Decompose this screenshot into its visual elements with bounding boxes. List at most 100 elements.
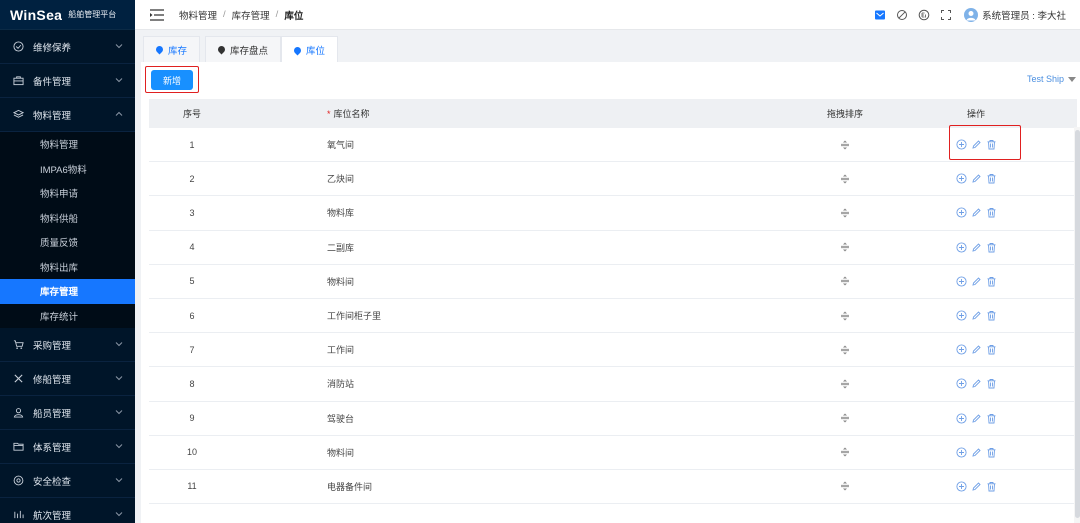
- delete-icon[interactable]: [986, 139, 997, 150]
- cell-name: 物料间: [327, 276, 355, 287]
- location-pin-icon: [216, 44, 227, 55]
- add-button[interactable]: 新增: [151, 70, 193, 90]
- disable-icon[interactable]: [896, 9, 908, 21]
- table-row[interactable]: 6 工作间柜子里: [149, 299, 1077, 334]
- sidebar-item-materials[interactable]: 物料管理: [0, 98, 135, 132]
- cell-ops: [875, 344, 1077, 355]
- table-row[interactable]: 2 乙炔间: [149, 162, 1077, 197]
- table-row[interactable]: 7 工作间: [149, 333, 1077, 368]
- delete-icon[interactable]: [986, 447, 997, 458]
- ship-select[interactable]: Test Ship: [1027, 74, 1076, 84]
- delete-icon[interactable]: [986, 481, 997, 492]
- scrollbar-thumb[interactable]: [1075, 130, 1080, 518]
- sidebar-subitem-impa6[interactable]: IMPA6物料: [0, 157, 135, 182]
- drag-handle-icon[interactable]: [840, 174, 850, 184]
- delete-icon[interactable]: [986, 242, 997, 253]
- table-row[interactable]: 5 物料间: [149, 265, 1077, 299]
- page-tabs: 库存 库存盘点 库位: [135, 30, 1080, 63]
- mail-icon[interactable]: [874, 9, 886, 21]
- sidebar-item-label: 修船管理: [33, 374, 72, 386]
- sidebar-subitem-quality[interactable]: 质量反馈: [0, 230, 135, 255]
- drag-handle-icon[interactable]: [840, 140, 850, 150]
- delete-icon[interactable]: [986, 378, 997, 389]
- logo[interactable]: WinSea 船舶管理平台: [0, 0, 135, 30]
- add-circle-icon[interactable]: [955, 139, 967, 150]
- breadcrumb-item[interactable]: 物料管理: [179, 8, 217, 22]
- add-circle-icon[interactable]: [955, 344, 967, 355]
- add-circle-icon[interactable]: [955, 276, 967, 287]
- tab-stocktake[interactable]: 库存盘点: [205, 36, 282, 62]
- edit-icon[interactable]: [971, 447, 982, 458]
- delete-icon[interactable]: [986, 310, 997, 321]
- table-row[interactable]: 11 电器备件间: [149, 470, 1077, 505]
- add-circle-icon[interactable]: [955, 378, 967, 389]
- drag-handle-icon[interactable]: [840, 447, 850, 457]
- sidebar-item-ship-repair[interactable]: 修船管理: [0, 362, 135, 396]
- sidebar-item-purchasing[interactable]: 采购管理: [0, 328, 135, 362]
- voyage-icon: [12, 509, 24, 521]
- delete-icon[interactable]: [986, 344, 997, 355]
- delete-icon[interactable]: [986, 207, 997, 218]
- sidebar-item-system[interactable]: 体系管理: [0, 430, 135, 464]
- edit-icon[interactable]: [971, 481, 982, 492]
- sidebar-item-voyage[interactable]: 航次管理: [0, 498, 135, 523]
- edit-icon[interactable]: [971, 344, 982, 355]
- cell-drag: [695, 447, 875, 457]
- cell-drag: [695, 311, 875, 321]
- edit-icon[interactable]: [971, 276, 982, 287]
- cart-icon: [12, 339, 24, 351]
- delete-icon[interactable]: [986, 276, 997, 287]
- edit-icon[interactable]: [971, 173, 982, 184]
- sidebar-item-crew[interactable]: 船员管理: [0, 396, 135, 430]
- sidebar-item-maintenance[interactable]: 维修保养: [0, 30, 135, 64]
- add-circle-icon[interactable]: [955, 447, 967, 458]
- add-circle-icon[interactable]: [955, 207, 967, 219]
- language-icon[interactable]: [918, 9, 930, 21]
- drag-handle-icon[interactable]: [840, 311, 850, 321]
- tab-location[interactable]: 库位: [281, 36, 339, 63]
- edit-icon[interactable]: [971, 310, 982, 321]
- sidebar-item-label: 物料管理: [33, 110, 72, 122]
- edit-icon[interactable]: [971, 378, 982, 389]
- add-circle-icon[interactable]: [955, 173, 967, 184]
- add-circle-icon[interactable]: [955, 481, 967, 492]
- table-row[interactable]: 9 驾驶台: [149, 402, 1077, 436]
- add-circle-icon[interactable]: [955, 413, 967, 424]
- user-menu[interactable]: 系统管理员 : 李大社: [964, 8, 1066, 22]
- table-row[interactable]: 1 氧气间: [149, 128, 1077, 163]
- edit-icon[interactable]: [971, 242, 982, 253]
- tab-inventory[interactable]: 库存: [143, 36, 201, 62]
- breadcrumb-item[interactable]: 库存管理: [232, 8, 270, 22]
- table-row[interactable]: 3 物料库: [149, 196, 1077, 231]
- sidebar-subitem-request[interactable]: 物料申请: [0, 181, 135, 206]
- sidebar-subitem-outbound[interactable]: 物料出库: [0, 255, 135, 280]
- chevron-down-icon: [115, 410, 123, 415]
- delete-icon[interactable]: [986, 413, 997, 424]
- table-row[interactable]: 8 消防站: [149, 367, 1077, 402]
- add-circle-icon[interactable]: [955, 242, 967, 253]
- sidebar-subitem-materials[interactable]: 物料管理: [0, 132, 135, 157]
- drag-handle-icon[interactable]: [840, 413, 850, 423]
- edit-icon[interactable]: [971, 139, 982, 150]
- drag-handle-icon[interactable]: [840, 208, 850, 218]
- sidebar-item-safety[interactable]: 安全检查: [0, 464, 135, 498]
- add-circle-icon[interactable]: [955, 310, 967, 321]
- cell-drag: [695, 276, 875, 286]
- delete-icon[interactable]: [986, 173, 997, 184]
- table-row[interactable]: 4 二副库: [149, 231, 1077, 265]
- drag-handle-icon[interactable]: [840, 276, 850, 286]
- chevron-up-icon: [115, 111, 123, 116]
- edit-icon[interactable]: [971, 207, 982, 218]
- drag-handle-icon[interactable]: [840, 481, 850, 491]
- sidebar-item-spare-parts[interactable]: 备件管理: [0, 64, 135, 98]
- table-row[interactable]: 10 物料间: [149, 436, 1077, 470]
- edit-icon[interactable]: [971, 413, 982, 424]
- sidebar-subitem-inventory[interactable]: 库存管理: [0, 279, 135, 304]
- fullscreen-icon[interactable]: [940, 9, 952, 21]
- drag-handle-icon[interactable]: [840, 242, 850, 252]
- drag-handle-icon[interactable]: [840, 345, 850, 355]
- sidebar-subitem-inventory-stats[interactable]: 库存统计: [0, 304, 135, 329]
- menu-fold-icon[interactable]: [149, 8, 165, 22]
- drag-handle-icon[interactable]: [840, 379, 850, 389]
- sidebar-subitem-supply[interactable]: 物料供船: [0, 206, 135, 231]
